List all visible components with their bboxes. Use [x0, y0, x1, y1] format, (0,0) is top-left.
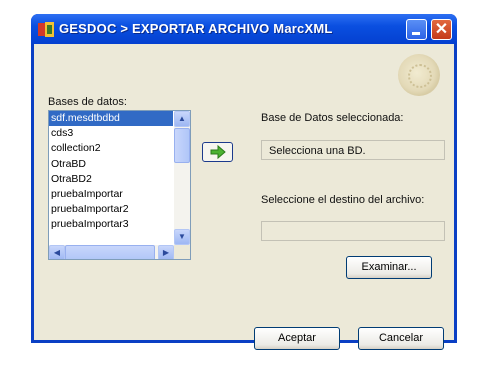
databases-label: Bases de datos: [48, 96, 127, 108]
scroll-up-arrow-icon[interactable]: ▲ [174, 111, 190, 127]
destination-label: Seleccione el destino del archivo: [261, 194, 425, 206]
destination-field[interactable] [261, 221, 445, 241]
databases-list: sdf.mesdtbdbd cds3 collection2 OtraBD OtraBD… [49, 111, 173, 233]
scroll-right-arrow-icon[interactable]: ▶ [158, 245, 174, 259]
list-item[interactable]: collection2 [49, 141, 173, 156]
vertical-scroll-thumb[interactable] [174, 128, 190, 163]
scroll-left-arrow-icon[interactable]: ◀ [49, 245, 65, 259]
close-icon: ✕ [434, 21, 449, 38]
list-item[interactable]: pruebaImportar3 [49, 217, 173, 232]
list-item[interactable]: OtraBD [49, 157, 173, 172]
title-bar[interactable]: GESDOC > EXPORTAR ARCHIVO MarcXML ✕ [31, 14, 457, 44]
horizontal-scrollbar[interactable]: ◀ ▶ [49, 245, 174, 259]
vertical-scrollbar[interactable]: ▲ ▼ [174, 111, 190, 245]
gesdoc-app-icon [38, 22, 54, 37]
selected-db-label: Base de Datos seleccionada: [261, 112, 404, 124]
databases-listbox[interactable]: sdf.mesdtbdbd cds3 collection2 OtraBD OtraBD… [48, 110, 191, 260]
accept-button[interactable]: Aceptar [254, 327, 340, 350]
close-button[interactable]: ✕ [431, 19, 452, 40]
window-title: GESDOC > EXPORTAR ARCHIVO MarcXML [59, 21, 333, 36]
green-right-arrow-icon [210, 144, 226, 160]
minimize-button[interactable] [406, 19, 427, 40]
browse-button[interactable]: Examinar... [346, 256, 432, 279]
selected-db-field: Selecciona una BD. [261, 140, 445, 160]
add-database-button[interactable] [202, 142, 233, 162]
list-item[interactable]: pruebaImportar [49, 187, 173, 202]
cancel-button[interactable]: Cancelar [358, 327, 444, 350]
scroll-down-arrow-icon[interactable]: ▼ [174, 229, 190, 245]
scrollbar-corner [174, 245, 190, 259]
list-item[interactable]: pruebaImportar2 [49, 202, 173, 217]
list-item[interactable]: cds3 [49, 126, 173, 141]
dialog-body: Bases de datos: sdf.mesdtbdbd cds3 collect… [34, 44, 454, 350]
seal-watermark-icon [398, 54, 440, 96]
export-dialog-window: GESDOC > EXPORTAR ARCHIVO MarcXML ✕ Base… [31, 14, 457, 350]
list-item[interactable]: OtraBD2 [49, 172, 173, 187]
list-item[interactable]: sdf.mesdtbdbd [49, 111, 173, 127]
horizontal-scroll-thumb[interactable] [65, 245, 155, 259]
